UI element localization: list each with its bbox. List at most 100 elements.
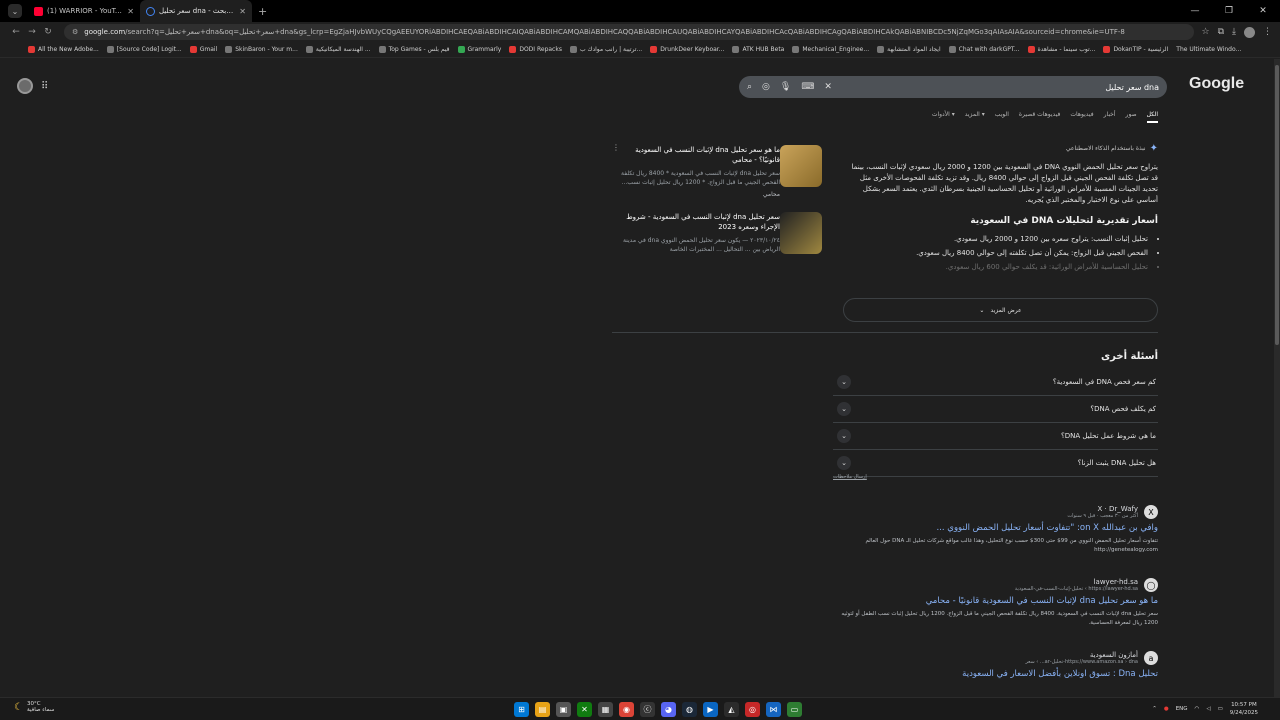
search-box[interactable]: ⌕ ◎ 🎙 ⌨ ✕ سعر تحليل dna xyxy=(739,76,1167,98)
bookmark-item[interactable]: Grammarly xyxy=(457,46,501,53)
paa-question[interactable]: ⌄ كم سعر فحص DNA في السعودية؟ xyxy=(833,369,1158,396)
paa-question[interactable]: ⌄ هل تحليل DNA يثبت الزنا؟ xyxy=(833,450,1158,477)
app-icon[interactable]: ◎ xyxy=(745,702,760,717)
search-icon[interactable]: ⌕ xyxy=(747,82,752,92)
tab-tools[interactable]: الأدوات ▾ xyxy=(932,111,955,123)
tray-app-icon[interactable]: ● xyxy=(1164,706,1169,712)
clock[interactable]: 10:57 PM 9/24/2025 xyxy=(1230,701,1258,717)
close-tab-icon[interactable]: ✕ xyxy=(239,7,246,16)
source-card[interactable]: سعر تحليل dna لإثبات النسب في السعودية -… xyxy=(612,212,822,254)
sparkle-icon: ✦ xyxy=(1149,143,1158,154)
bookmark-item[interactable]: All the New Adobe... xyxy=(28,46,99,53)
minimize-button[interactable]: — xyxy=(1178,0,1212,22)
bookmark-item[interactable]: SkinBaron - Your m... xyxy=(225,46,298,53)
app-icon[interactable]: ▦ xyxy=(598,702,613,717)
bookmark-item[interactable]: Mechanical_Enginee... xyxy=(792,46,869,53)
tab-more[interactable]: المزيد ▾ xyxy=(965,111,985,123)
result-url: أكثر من ٣٠ معجب · قبل ٩ سنوات xyxy=(1067,513,1138,519)
tab-all[interactable]: الكل xyxy=(1146,111,1158,123)
bookmark-item[interactable]: Gmail xyxy=(189,46,217,53)
chevron-down-icon: ⌄ xyxy=(837,402,851,416)
bookmark-item[interactable]: ترتيبة | رانب موادك ب... xyxy=(569,46,642,53)
tab-search-button[interactable]: ⌄ xyxy=(8,4,22,18)
volume-icon[interactable]: ◁ xyxy=(1206,706,1210,712)
tab-short-videos[interactable]: فيديوهات قصيرة xyxy=(1019,111,1060,123)
tab-images[interactable]: صور xyxy=(1126,111,1137,123)
tab-google-search[interactable]: سعر تحليل dna - بحث Google ✕ xyxy=(140,0,252,22)
downloads-icon[interactable]: ⤓ xyxy=(1232,27,1236,37)
language-indicator[interactable]: ENG xyxy=(1176,706,1188,712)
browser-toolbar: ← → ↻ ⚙ google.com/search?q=سعر+تحليل+dn… xyxy=(0,22,1280,42)
new-tab-button[interactable]: + xyxy=(258,5,267,18)
paa-question[interactable]: ⌄ ما هي شروط عمل تحليل DNA؟ xyxy=(833,423,1158,450)
bookmark-item[interactable]: Chat with darkGPT... xyxy=(948,46,1020,53)
bookmark-item[interactable]: The Ultimate Windo... xyxy=(1176,46,1241,53)
lens-icon[interactable]: ◎ xyxy=(762,82,770,92)
forward-button[interactable]: → xyxy=(24,27,40,37)
voice-search-icon[interactable]: 🎙 xyxy=(780,82,791,92)
card-title: سعر تحليل dna لإثبات النسب في السعودية -… xyxy=(626,213,780,231)
close-tab-icon[interactable]: ✕ xyxy=(127,7,134,16)
result-title-link[interactable]: وافي بن عبدالله on X: "تتفاوت أسعار تحلي… xyxy=(833,523,1158,533)
tab-news[interactable]: أخبار xyxy=(1104,111,1116,123)
clear-icon[interactable]: ✕ xyxy=(824,82,832,92)
tab-strip: ⌄ (1) WARRIOR - YouTube ✕ سعر تحليل dna … xyxy=(0,0,1280,22)
wifi-icon[interactable]: ◠ xyxy=(1195,706,1200,712)
menu-icon[interactable]: ⋮ xyxy=(1263,27,1272,37)
app-icon[interactable]: ⓒ xyxy=(640,702,655,717)
search-query[interactable]: سعر تحليل dna xyxy=(842,83,1159,92)
bookmark-item[interactable]: DrunkDeer Keyboar... xyxy=(650,46,724,53)
show-more-button[interactable]: ⌄ عرض المزيد xyxy=(843,298,1158,322)
page-scrollbar[interactable] xyxy=(1274,59,1280,697)
app-icon[interactable]: ⋈ xyxy=(766,702,781,717)
tab-youtube[interactable]: (1) WARRIOR - YouTube ✕ xyxy=(28,0,140,22)
keyboard-icon[interactable]: ⌨ xyxy=(801,82,814,92)
site-info-icon[interactable]: ⚙ xyxy=(72,28,78,36)
apps-grid-icon[interactable]: ⠿ xyxy=(41,81,48,92)
bookmark-item[interactable]: ايجاد المواد المتشابهة xyxy=(877,46,941,53)
battery-icon[interactable]: ▭ xyxy=(1218,706,1223,712)
result-title-link[interactable]: تحليل Dna : تسوق اونلاين بأفضل الاسعار ف… xyxy=(833,669,1158,679)
bookmark-favicon-icon xyxy=(106,46,114,53)
bookmark-star-icon[interactable]: ☆ xyxy=(1202,27,1210,37)
xbox-icon[interactable]: ✕ xyxy=(577,702,592,717)
reload-button[interactable]: ↻ xyxy=(40,27,56,37)
bookmark-item[interactable]: الهندسة الميكانيكية ... xyxy=(305,46,371,53)
bookmark-item[interactable]: DokanTIP - الرئيسية xyxy=(1103,46,1168,53)
store-icon[interactable]: ▣ xyxy=(556,702,571,717)
scrollbar-thumb[interactable] xyxy=(1275,65,1279,345)
app-icon[interactable]: ▶ xyxy=(703,702,718,717)
profile-avatar[interactable] xyxy=(1244,26,1255,38)
tab-web[interactable]: الويب xyxy=(995,111,1009,123)
youtube-icon xyxy=(34,6,43,16)
chrome-icon[interactable]: ◉ xyxy=(619,702,634,717)
bookmark-item[interactable]: Top Games - قيم بلس xyxy=(378,46,450,53)
paa-question[interactable]: ⌄ كم يكلف فحص DNA؟ xyxy=(833,396,1158,423)
chevron-up-icon[interactable]: ⌃ xyxy=(1152,706,1157,712)
result-title-link[interactable]: ما هو سعر تحليل dna لإثبات النسب في السع… xyxy=(833,596,1158,606)
discord-icon[interactable]: ◕ xyxy=(661,702,676,717)
x-logo-icon: X xyxy=(1144,505,1158,519)
steam-icon[interactable]: ◍ xyxy=(682,702,697,717)
tab-videos[interactable]: فيديوهات xyxy=(1070,111,1093,123)
back-button[interactable]: ← xyxy=(8,27,24,37)
bookmark-item[interactable]: ATK HUB Beta xyxy=(732,46,784,53)
feedback-link[interactable]: إرسال ملاحظات xyxy=(833,474,867,480)
address-bar[interactable]: ⚙ google.com/search?q=سعر+تحليل+dna&oq=س… xyxy=(64,24,1194,40)
source-card[interactable]: ما هو سعر تحليل dna لإثبات النسب في السع… xyxy=(612,145,822,198)
start-icon[interactable]: ⊞ xyxy=(514,702,529,717)
google-logo[interactable]: Google xyxy=(1189,75,1244,93)
bookmark-item[interactable]: DODI Repacks xyxy=(509,46,562,53)
extensions-icon[interactable]: ⧉ xyxy=(1218,27,1224,37)
bookmark-item[interactable]: توب سينما - مشاهدة... xyxy=(1027,46,1095,53)
card-snippet: ٢٠٢٣/١٠/٢٤ — يكون سعر تحليل الحمض النووي… xyxy=(622,237,780,253)
file-explorer-icon[interactable]: ▤ xyxy=(535,702,550,717)
paa-title: أسئلة أخرى xyxy=(1101,351,1158,362)
app-icon[interactable]: ◭ xyxy=(724,702,739,717)
maximize-button[interactable]: ❐ xyxy=(1212,0,1246,22)
app-icon[interactable]: ▭ xyxy=(787,702,802,717)
account-avatar[interactable] xyxy=(17,78,33,94)
bookmark-item[interactable]: [Source Code] Logit... xyxy=(106,46,182,53)
weather-widget[interactable]: ☾ 30°C سماء صافية xyxy=(14,701,54,713)
close-window-button[interactable]: ✕ xyxy=(1246,0,1280,22)
